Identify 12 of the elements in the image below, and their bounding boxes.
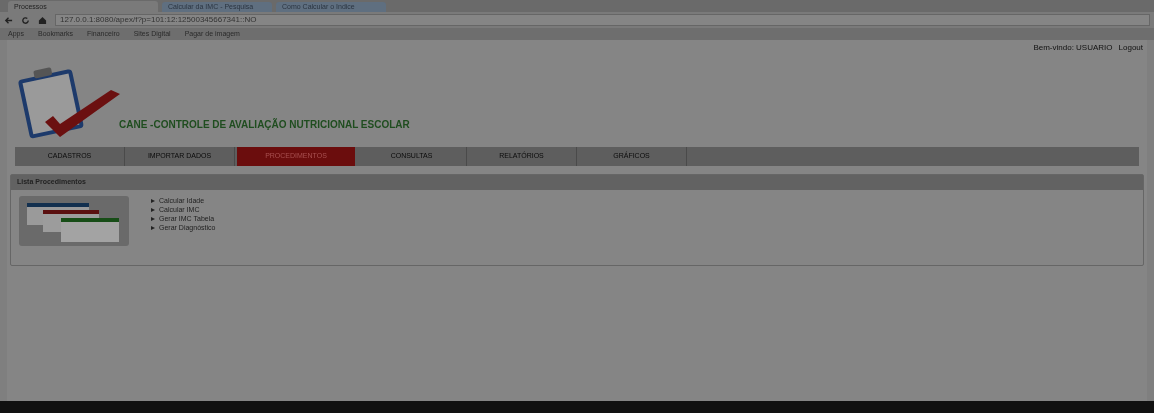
logout-link[interactable]: Logout [1118,42,1143,54]
bullet-icon [151,198,155,203]
bullet-icon [151,207,155,212]
reload-icon[interactable] [21,15,30,25]
app-title: CANE -CONTROLE DE AVALIAÇÃO NUTRICIONAL ESCOLAR [119,117,410,132]
address-bar[interactable]: 127.0.0.1:8080/apex/f?p=101:12:12500345667341::NO [55,14,1150,26]
home-icon[interactable] [38,15,47,25]
windows-icon [19,196,129,246]
bullet-icon [151,216,155,221]
back-icon[interactable] [4,15,13,25]
welcome-text: Bem-vindo: USUARIO [1033,42,1113,54]
bullet-icon [151,225,155,230]
